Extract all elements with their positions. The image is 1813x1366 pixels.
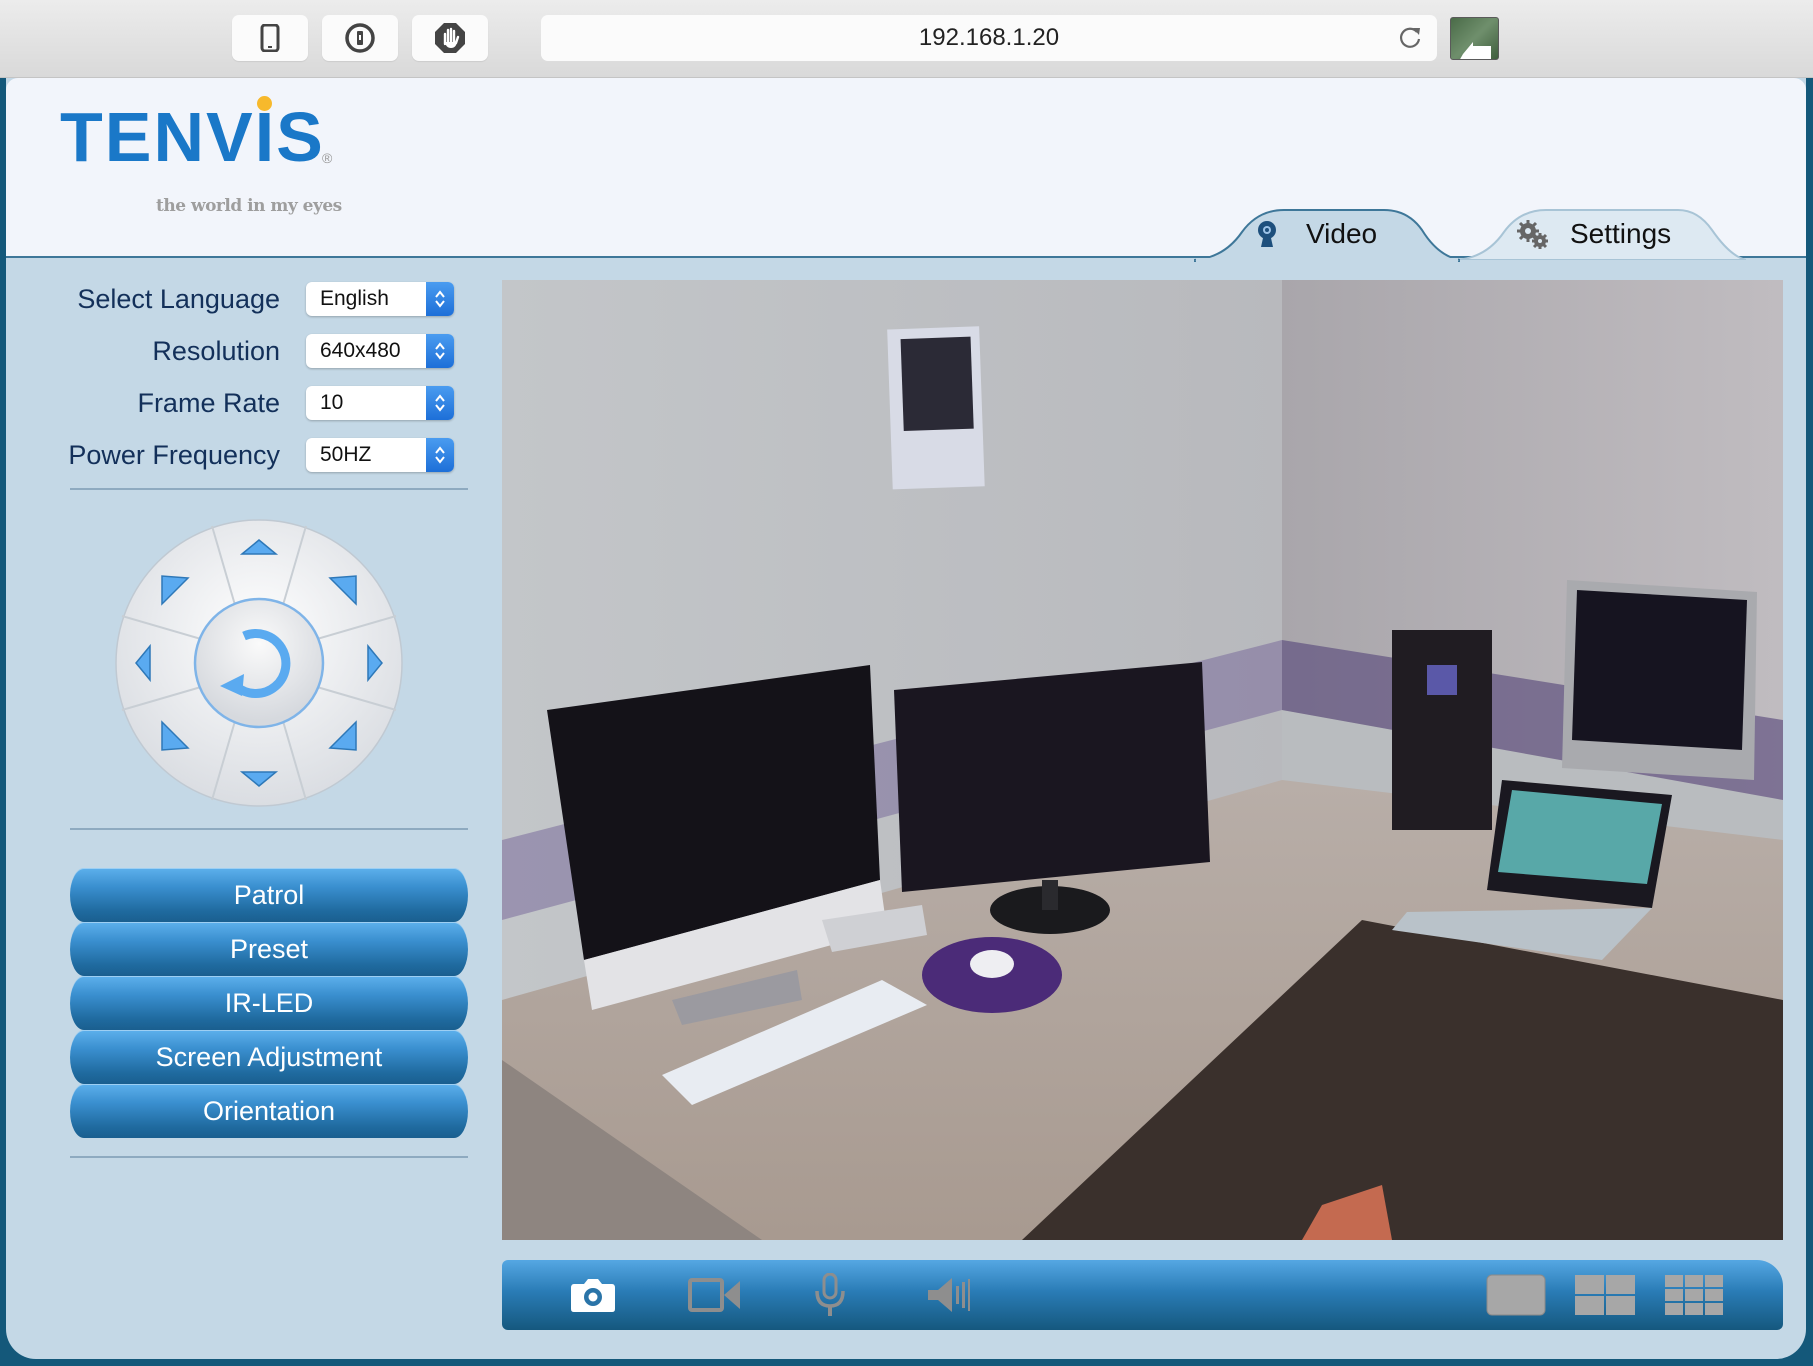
select-stepper-icon: [426, 438, 454, 472]
mobile-device-icon: [260, 24, 280, 52]
patrol-button[interactable]: Patrol: [70, 868, 468, 922]
divider: [70, 488, 468, 490]
ptz-center-button[interactable]: [193, 597, 325, 729]
layout-1-view-icon: [1486, 1274, 1546, 1316]
tab-settings[interactable]: Settings: [1456, 208, 1746, 260]
browser-toolbar: 192.168.1.20: [0, 0, 1813, 78]
record-video-button[interactable]: [688, 1274, 742, 1316]
divider: [70, 1156, 468, 1158]
url-text: 192.168.1.20: [918, 24, 1060, 51]
layout-4-view-button[interactable]: [1574, 1274, 1636, 1316]
record-video-icon: [688, 1278, 740, 1312]
layout-4-view-icon: [1575, 1275, 1635, 1315]
language-row: Select Language English: [46, 280, 466, 320]
frame-rate-row: Frame Rate 10: [46, 384, 466, 424]
logo-tagline: the world in my eyes: [156, 196, 342, 216]
gears-icon: [1517, 220, 1548, 249]
divider: [70, 828, 468, 830]
mobile-device-button[interactable]: [232, 15, 308, 61]
resolution-select[interactable]: 640x480: [306, 334, 454, 368]
reload-icon[interactable]: [1397, 25, 1423, 51]
resolution-label: Resolution: [152, 336, 280, 366]
adblock-hand-icon: [435, 23, 465, 53]
logo-wordmark: TENVIS: [60, 98, 325, 176]
tenvis-logo: TENVIS ® the world in my eyes: [60, 96, 342, 216]
reader-arrow-icon: [1460, 42, 1491, 59]
reader-extension-button[interactable]: [1450, 17, 1499, 60]
select-stepper-icon: [426, 334, 454, 368]
layout-9-view-button[interactable]: [1664, 1274, 1724, 1316]
power-frequency-value: 50HZ: [320, 443, 372, 466]
orientation-button[interactable]: Orientation: [70, 1084, 468, 1138]
resolution-row: Resolution 640x480: [46, 332, 466, 372]
resolution-value: 640x480: [320, 339, 401, 362]
address-bar[interactable]: 192.168.1.20: [541, 15, 1437, 61]
microphone-icon: [815, 1273, 845, 1316]
screen-adjustment-button[interactable]: Screen Adjustment: [70, 1030, 468, 1084]
speaker-button[interactable]: [926, 1274, 972, 1316]
snapshot-camera-icon: [571, 1279, 615, 1312]
webcam-icon: [1258, 221, 1276, 247]
power-frequency-row: Power Frequency 50HZ: [46, 436, 466, 476]
language-label: Select Language: [77, 284, 280, 314]
frame-rate-value: 10: [320, 391, 344, 414]
tab-video[interactable]: Video: [1194, 208, 1460, 262]
frame-rate-select[interactable]: 10: [306, 386, 454, 420]
tab-settings-label: Settings: [1570, 218, 1672, 249]
page-header: TENVIS ® the world in my eyes Settings V…: [6, 78, 1806, 262]
ptz-control: [115, 519, 403, 807]
select-stepper-icon: [426, 282, 454, 316]
ir-led-button[interactable]: IR-LED: [70, 976, 468, 1030]
frame-rate-label: Frame Rate: [137, 388, 280, 418]
power-frequency-select[interactable]: 50HZ: [306, 438, 454, 472]
select-stepper-icon: [426, 386, 454, 420]
logo-dot: [257, 96, 272, 111]
speaker-icon: [928, 1278, 970, 1312]
microphone-button[interactable]: [810, 1273, 850, 1316]
video-toolbar: [502, 1260, 1783, 1330]
language-select[interactable]: English: [306, 282, 454, 316]
live-video-feed[interactable]: [502, 280, 1783, 1240]
video-frame: [502, 280, 1783, 1240]
snapshot-button[interactable]: [568, 1274, 618, 1316]
password-manager-icon: [345, 23, 375, 53]
power-frequency-label: Power Frequency: [68, 440, 280, 470]
preset-button[interactable]: Preset: [70, 922, 468, 976]
layout-1-view-button[interactable]: [1486, 1274, 1546, 1316]
tab-video-label: Video: [1306, 218, 1378, 249]
logo-registered-mark: ®: [322, 150, 333, 166]
camera-web-page: TENVIS ® the world in my eyes Settings V…: [6, 78, 1806, 1359]
password-manager-button[interactable]: [322, 15, 398, 61]
layout-9-view-icon: [1665, 1275, 1723, 1315]
language-value: English: [320, 287, 389, 310]
adblock-button[interactable]: [412, 15, 488, 61]
